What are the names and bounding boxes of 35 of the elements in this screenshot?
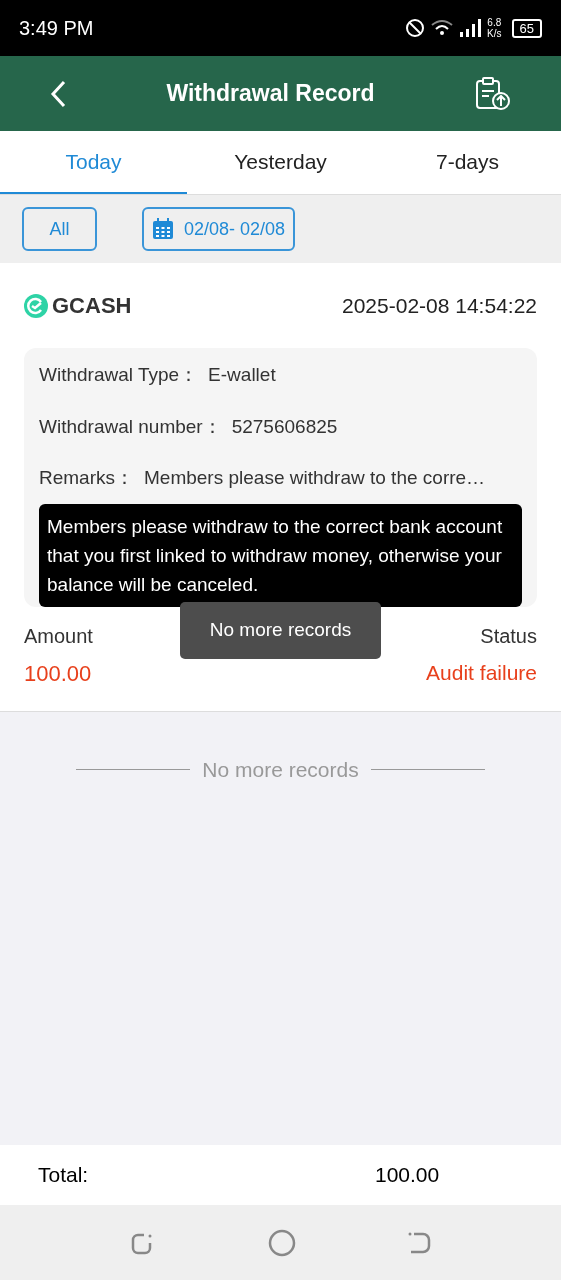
remarks-tooltip: Members please withdraw to the correct bank account that you first linked to withdraw money, otherwise your balance will be canceled. [39, 504, 522, 607]
home-icon[interactable] [267, 1228, 296, 1257]
toast-message: No more records [180, 602, 381, 659]
date-tab[interactable]: 7-days [374, 131, 561, 194]
detail-value: E-wallet [208, 363, 276, 387]
battery-icon: 65 [511, 18, 542, 38]
status-value: Audit failure [426, 660, 537, 686]
detail-label: Withdrawal number： [39, 414, 222, 439]
net-speed-unit: K/s [487, 28, 502, 39]
wallet-logo-icon [24, 293, 48, 318]
signal-icon [459, 19, 482, 37]
clipboard-upload-icon[interactable] [475, 76, 511, 111]
total-value: 100.00 [375, 1162, 440, 1189]
amount-value: 100.00 [24, 660, 93, 688]
all-filter-button[interactable]: All [22, 207, 97, 251]
status-time: 3:49 PM [19, 16, 94, 41]
back-nav-icon[interactable] [407, 1230, 432, 1255]
detail-label: Withdrawal Type： [39, 363, 199, 387]
detail-value: Members please withdraw to the corre… [144, 466, 486, 491]
detail-label: Remarks： [39, 466, 134, 491]
date-range-button[interactable]: 02/08- 02/08 [142, 207, 296, 251]
date-tab[interactable]: Yesterday [187, 131, 374, 194]
end-of-list-text: No more records [202, 757, 359, 783]
wifi-icon [431, 19, 454, 37]
status-label: Status [480, 624, 537, 649]
page-title: Withdrawal Record [166, 79, 375, 109]
detail-value: 5275606825 [231, 414, 338, 439]
back-icon[interactable] [50, 79, 66, 108]
provider-name: GCASH [52, 292, 132, 320]
calendar-icon [152, 218, 174, 240]
record-datetime: 2025-02-08 14:54:22 [342, 292, 537, 319]
amount-label: Amount [24, 624, 93, 649]
total-label: Total: [38, 1162, 90, 1189]
do-not-disturb-icon [405, 18, 426, 38]
net-speed-value: 6.8 [487, 17, 502, 28]
